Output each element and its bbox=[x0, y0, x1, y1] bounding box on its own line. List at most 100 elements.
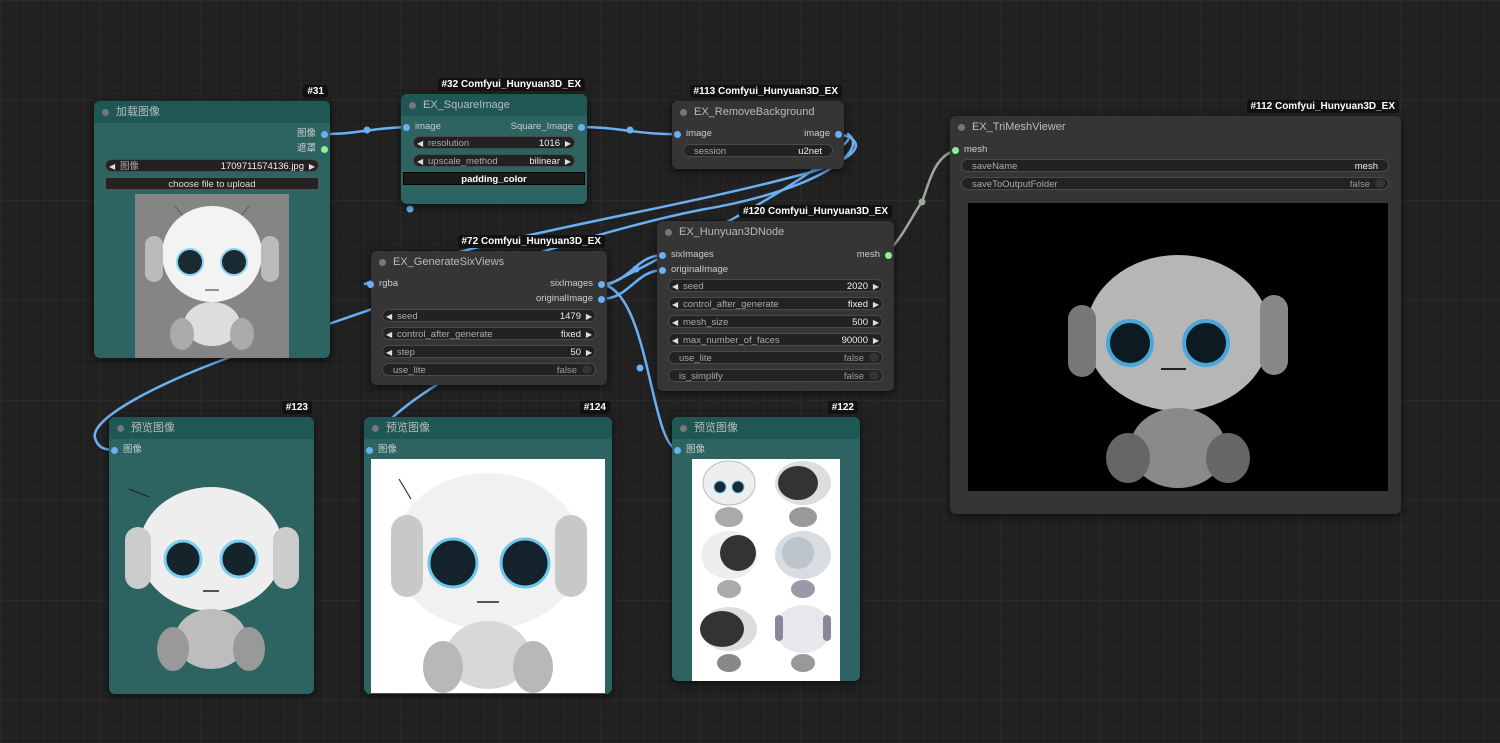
arrow-left-icon[interactable]: ◀ bbox=[672, 316, 678, 329]
node-title[interactable]: EX_RemoveBackground bbox=[672, 101, 844, 123]
arrow-right-icon[interactable]: ▶ bbox=[873, 316, 879, 329]
node-load-image[interactable]: #31 加载图像 图像 遮罩 ◀ 图像 1709711574136.jpg ▶ … bbox=[94, 85, 330, 358]
input-original-image-socket[interactable]: originalImage bbox=[657, 263, 728, 277]
node-title[interactable]: EX_Hunyuan3DNode bbox=[657, 221, 894, 243]
resolution-widget[interactable]: ◀ resolution 1016 ▶ bbox=[413, 136, 575, 149]
upload-button[interactable]: choose file to upload bbox=[105, 177, 319, 190]
view-right bbox=[775, 531, 831, 598]
socket-dot[interactable] bbox=[659, 251, 666, 259]
arrow-left-icon[interactable]: ◀ bbox=[672, 298, 678, 311]
output-six-images-socket[interactable]: sixImages bbox=[550, 277, 607, 291]
toggle-knob[interactable] bbox=[582, 365, 592, 374]
save-name-widget[interactable]: saveName mesh bbox=[961, 159, 1389, 172]
input-six-images-socket[interactable]: sixImages bbox=[657, 248, 714, 262]
socket-dot[interactable] bbox=[885, 251, 892, 259]
control-after-generate-widget[interactable]: ◀ control_after_generate fixed ▶ bbox=[668, 297, 883, 310]
control-after-generate-widget[interactable]: ◀ control_after_generate fixed ▶ bbox=[382, 327, 596, 340]
arrow-right-icon[interactable]: ▶ bbox=[873, 298, 879, 311]
node-title[interactable]: EX_TriMeshViewer bbox=[950, 116, 1401, 138]
node-title[interactable]: 预览图像 bbox=[672, 417, 860, 439]
use-lite-toggle[interactable]: use_lite false bbox=[382, 363, 596, 376]
node-title[interactable]: EX_GenerateSixViews bbox=[371, 251, 607, 273]
save-to-output-toggle[interactable]: saveToOutputFolder false bbox=[961, 177, 1389, 190]
node-id-badge: #122 bbox=[827, 401, 858, 414]
node-title[interactable]: 预览图像 bbox=[364, 417, 612, 439]
arrow-left-icon[interactable]: ◀ bbox=[672, 334, 678, 347]
node-title[interactable]: EX_SquareImage bbox=[401, 94, 587, 116]
input-image-socket[interactable]: image bbox=[672, 127, 712, 141]
seed-widget[interactable]: ◀ seed 2020 ▶ bbox=[668, 279, 883, 292]
arrow-right-icon[interactable]: ▶ bbox=[309, 160, 315, 173]
max-faces-widget[interactable]: ◀ max_number_of_faces 90000 ▶ bbox=[668, 333, 883, 346]
node-id-badge: #124 bbox=[579, 401, 610, 414]
wire-72-to-120-orig bbox=[599, 268, 666, 301]
arrow-right-icon[interactable]: ▶ bbox=[873, 280, 879, 293]
socket-dot[interactable] bbox=[659, 266, 666, 274]
toggle-knob[interactable] bbox=[1375, 179, 1385, 188]
socket-dot[interactable] bbox=[598, 280, 605, 288]
mesh-viewer-canvas[interactable] bbox=[968, 203, 1388, 491]
arrow-right-icon[interactable]: ▶ bbox=[586, 328, 592, 341]
arrow-right-icon[interactable]: ▶ bbox=[586, 310, 592, 323]
node-remove-background[interactable]: #113 Comfyui_Hunyuan3D_EX EX_RemoveBackg… bbox=[672, 85, 844, 169]
arrow-left-icon[interactable]: ◀ bbox=[417, 137, 423, 150]
arrow-left-icon[interactable]: ◀ bbox=[386, 310, 392, 323]
node-trimesh-viewer[interactable]: #112 Comfyui_Hunyuan3D_EX EX_TriMeshView… bbox=[950, 100, 1401, 514]
toggle-knob[interactable] bbox=[869, 371, 879, 380]
use-lite-toggle[interactable]: use_lite false bbox=[668, 351, 883, 364]
socket-dot[interactable] bbox=[578, 123, 585, 131]
step-widget[interactable]: ◀ step 50 ▶ bbox=[382, 345, 596, 358]
node-title[interactable]: 加载图像 bbox=[94, 101, 330, 123]
node-preview-image-122[interactable]: #122 预览图像 图像 bbox=[672, 401, 860, 681]
node-generate-six-views[interactable]: #72 Comfyui_Hunyuan3D_EX EX_GenerateSixV… bbox=[367, 235, 607, 385]
output-square-image-socket[interactable]: Square_Image bbox=[511, 120, 587, 134]
output-original-image-socket[interactable]: originalImage bbox=[536, 292, 607, 306]
input-image-socket[interactable]: image bbox=[401, 120, 441, 134]
input-rgba-socket[interactable]: rgba bbox=[365, 277, 398, 291]
socket-dot[interactable] bbox=[111, 446, 118, 454]
arrow-right-icon[interactable]: ▶ bbox=[873, 334, 879, 347]
arrow-right-icon[interactable]: ▶ bbox=[586, 346, 592, 359]
socket-dot[interactable] bbox=[835, 130, 842, 138]
arrow-left-icon[interactable]: ◀ bbox=[672, 280, 678, 293]
padding-color-field[interactable]: padding_color bbox=[403, 172, 585, 185]
socket-dot[interactable] bbox=[367, 280, 374, 288]
output-image-socket[interactable]: image bbox=[804, 127, 844, 141]
output-mesh-socket[interactable]: mesh bbox=[857, 248, 894, 262]
mesh-size-widget[interactable]: ◀ mesh_size 500 ▶ bbox=[668, 315, 883, 328]
input-image-socket[interactable]: 图像 bbox=[364, 443, 397, 457]
node-preview-image-123[interactable]: #123 预览图像 图像 bbox=[109, 401, 314, 694]
arrow-right-icon[interactable]: ▶ bbox=[565, 155, 571, 168]
output-image-socket[interactable]: 图像 bbox=[297, 127, 330, 141]
robot-image bbox=[145, 205, 279, 350]
node-hunyuan3d[interactable]: #120 Comfyui_Hunyuan3D_EX EX_Hunyuan3DNo… bbox=[657, 205, 894, 391]
toggle-knob[interactable] bbox=[869, 353, 879, 362]
arrow-left-icon[interactable]: ◀ bbox=[417, 155, 423, 168]
input-image-socket[interactable]: 图像 bbox=[109, 443, 142, 457]
socket-dot[interactable] bbox=[598, 295, 605, 303]
socket-dot[interactable] bbox=[403, 123, 410, 131]
output-mask-socket[interactable]: 遮罩 bbox=[297, 142, 330, 156]
socket-dot[interactable] bbox=[366, 446, 373, 454]
session-widget[interactable]: session u2net bbox=[683, 144, 833, 157]
node-square-image[interactable]: #32 Comfyui_Hunyuan3D_EX EX_SquareImage … bbox=[401, 78, 587, 204]
socket-dot[interactable] bbox=[674, 446, 681, 454]
socket-dot[interactable] bbox=[952, 146, 959, 154]
socket-dot[interactable] bbox=[321, 130, 328, 138]
node-title[interactable]: 预览图像 bbox=[109, 417, 314, 439]
arrow-left-icon[interactable]: ◀ bbox=[386, 328, 392, 341]
input-image-socket[interactable]: 图像 bbox=[672, 443, 705, 457]
upscale-method-widget[interactable]: ◀ upscale_method bilinear ▶ bbox=[413, 154, 575, 167]
is-simplify-toggle[interactable]: is_simplify false bbox=[668, 369, 883, 382]
node-preview-image-124[interactable]: #124 预览图像 图像 bbox=[364, 401, 612, 694]
input-mesh-socket[interactable]: mesh bbox=[950, 143, 987, 157]
socket-dot[interactable] bbox=[321, 145, 328, 153]
node-id-badge: #112 Comfyui_Hunyuan3D_EX bbox=[1246, 100, 1399, 113]
arrow-left-icon[interactable]: ◀ bbox=[386, 346, 392, 359]
image-select-widget[interactable]: ◀ 图像 1709711574136.jpg ▶ bbox=[105, 159, 319, 172]
view-bottom bbox=[775, 605, 831, 672]
arrow-right-icon[interactable]: ▶ bbox=[565, 137, 571, 150]
socket-dot[interactable] bbox=[674, 130, 681, 138]
seed-widget[interactable]: ◀ seed 1479 ▶ bbox=[382, 309, 596, 322]
arrow-left-icon[interactable]: ◀ bbox=[109, 160, 115, 173]
